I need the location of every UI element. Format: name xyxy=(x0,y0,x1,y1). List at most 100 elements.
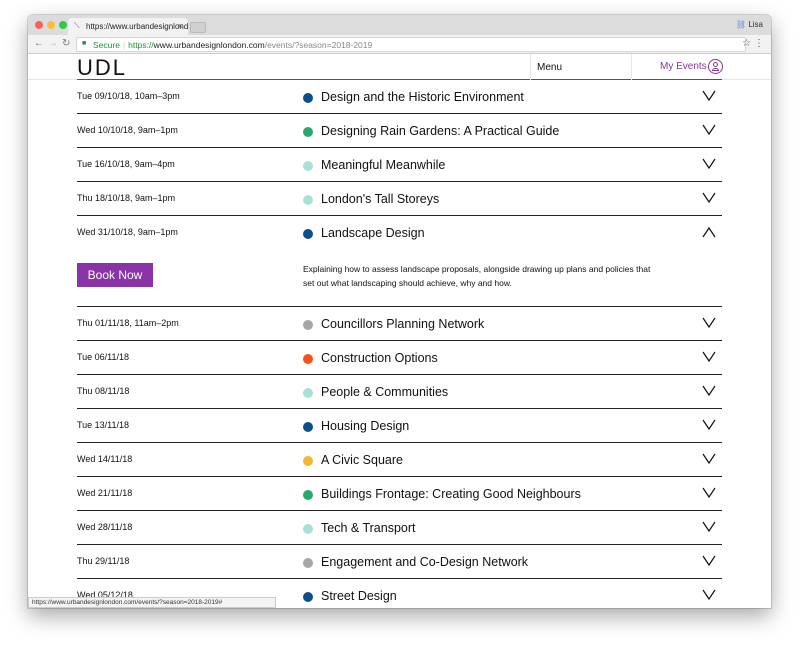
category-dot xyxy=(303,422,313,432)
category-dot xyxy=(303,93,313,103)
event-row[interactable]: Thu 01/11/18, 11am–2pm Councillors Planni… xyxy=(77,307,722,341)
my-events-link[interactable]: My Events xyxy=(660,61,707,72)
event-row[interactable]: Tue 13/11/18 Housing Design xyxy=(77,409,722,443)
category-dot xyxy=(303,354,313,364)
category-dot xyxy=(303,127,313,137)
profile-button[interactable]: ⛓ Lisa xyxy=(736,20,763,29)
event-row[interactable]: Tue 09/10/18, 10am–3pm Design and the His… xyxy=(77,80,722,114)
event-title[interactable]: A Civic Square xyxy=(321,453,403,467)
event-title[interactable]: Engagement and Co-Design Network xyxy=(321,555,528,569)
url-path: /events/?season=2018-2019 xyxy=(264,40,373,50)
event-title[interactable]: People & Communities xyxy=(321,385,448,399)
event-row[interactable]: Wed 10/10/18, 9am–1pm Designing Rain Gard… xyxy=(77,114,722,148)
category-dot xyxy=(303,229,313,239)
close-tab-icon[interactable]: × xyxy=(178,21,183,31)
event-date: Thu 29/11/18 xyxy=(77,556,130,566)
browser-window: ⟍ https://www.urbandesignlondo × ⛓ Lisa … xyxy=(28,15,771,608)
user-icon[interactable] xyxy=(708,59,723,74)
bookmark-star-icon[interactable]: ☆ xyxy=(742,38,751,49)
udl-logo[interactable]: UDL xyxy=(77,55,127,81)
event-date: Tue 13/11/18 xyxy=(77,420,130,430)
chevron-down-icon[interactable] xyxy=(702,350,716,363)
url-host: www.urbandesignlondon.com xyxy=(153,40,265,50)
chevron-down-icon[interactable] xyxy=(702,123,716,136)
category-dot xyxy=(303,320,313,330)
chevron-down-icon[interactable] xyxy=(702,452,716,465)
url-bar[interactable]: ■ Secure | https://www.urbandesignlondon.c… xyxy=(76,37,746,52)
event-title[interactable]: Landscape Design xyxy=(321,226,425,240)
event-date: Wed 21/11/18 xyxy=(77,488,133,498)
category-dot xyxy=(303,161,313,171)
chevron-down-icon[interactable] xyxy=(702,89,716,102)
address-toolbar: ← → ↻ ■ Secure | https://www.urbandesignlo… xyxy=(28,35,771,54)
event-row[interactable]: Thu 29/11/18 Engagement and Co-Design Net… xyxy=(77,545,722,579)
forward-icon[interactable]: → xyxy=(48,38,58,49)
profile-icon: ⛓ xyxy=(735,20,747,29)
event-date: Wed 28/11/18 xyxy=(77,522,133,532)
event-row[interactable]: Tue 16/10/18, 9am–4pm Meaningful Meanwhil… xyxy=(77,148,722,182)
secure-label: Secure xyxy=(93,40,120,50)
event-row[interactable]: Wed 14/11/18 A Civic Square xyxy=(77,443,722,477)
event-title[interactable]: Design and the Historic Environment xyxy=(321,90,524,104)
favicon-icon: ⟍ xyxy=(74,21,80,30)
category-dot xyxy=(303,524,313,534)
book-now-button[interactable]: Book Now xyxy=(77,263,153,287)
tab-bar: ⟍ https://www.urbandesignlondo × ⛓ Lisa xyxy=(28,15,771,35)
event-title[interactable]: Tech & Transport xyxy=(321,521,416,535)
event-row[interactable]: Thu 18/10/18, 9am–1pm London's Tall Store… xyxy=(77,182,722,216)
url-scheme: https:// xyxy=(128,40,154,50)
menu-button[interactable]: Menu xyxy=(530,54,632,80)
chevron-down-icon[interactable] xyxy=(702,588,716,601)
category-dot xyxy=(303,388,313,398)
event-title[interactable]: London's Tall Storeys xyxy=(321,192,439,206)
back-icon[interactable]: ← xyxy=(34,38,44,49)
event-row[interactable]: Wed 21/11/18 Buildings Frontage: Creating… xyxy=(77,477,722,511)
category-dot xyxy=(303,195,313,205)
chevron-down-icon[interactable] xyxy=(702,418,716,431)
event-date: Thu 18/10/18, 9am–1pm xyxy=(77,193,176,203)
event-title[interactable]: Meaningful Meanwhile xyxy=(321,158,445,172)
category-dot xyxy=(303,490,313,500)
event-date: Tue 09/10/18, 10am–3pm xyxy=(77,91,180,101)
event-title[interactable]: Designing Rain Gardens: A Practical Guid… xyxy=(321,124,559,138)
reload-icon[interactable]: ↻ xyxy=(62,38,70,49)
category-dot xyxy=(303,558,313,568)
chevron-down-icon[interactable] xyxy=(702,384,716,397)
category-dot xyxy=(303,456,313,466)
new-tab-button[interactable] xyxy=(190,22,206,33)
chevron-down-icon[interactable] xyxy=(702,191,716,204)
close-window-button[interactable] xyxy=(35,21,43,29)
event-title[interactable]: Councillors Planning Network xyxy=(321,317,484,331)
event-row[interactable]: Thu 08/11/18 People & Communities xyxy=(77,375,722,409)
events-list: Tue 09/10/18, 10am–3pm Design and the His… xyxy=(77,80,722,608)
event-date: Tue 16/10/18, 9am–4pm xyxy=(77,159,175,169)
event-title[interactable]: Construction Options xyxy=(321,351,438,365)
chevron-down-icon[interactable] xyxy=(702,486,716,499)
event-date: Tue 06/11/18 xyxy=(77,352,130,362)
chevron-down-icon[interactable] xyxy=(702,520,716,533)
event-title[interactable]: Buildings Frontage: Creating Good Neighb… xyxy=(321,487,581,501)
status-bar-url: https://www.urbandesignlondon.com/events… xyxy=(28,597,276,608)
browser-tab[interactable]: ⟍ https://www.urbandesignlondo × xyxy=(68,18,188,35)
event-description: Explaining how to assess landscape propo… xyxy=(303,264,651,288)
event-date: Wed 10/10/18, 9am–1pm xyxy=(77,125,178,135)
lock-icon: ■ xyxy=(82,40,87,47)
chevron-up-icon[interactable] xyxy=(702,225,716,238)
site-header: UDL Menu My Events xyxy=(28,54,771,80)
minimize-window-button[interactable] xyxy=(47,21,55,29)
chevron-down-icon[interactable] xyxy=(702,554,716,567)
more-menu-icon[interactable]: ⋮ xyxy=(754,38,764,49)
category-dot xyxy=(303,592,313,602)
event-row[interactable]: Wed 31/10/18, 9am–1pm Landscape Design Boo… xyxy=(77,216,722,307)
event-date: Thu 08/11/18 xyxy=(77,386,130,396)
event-row[interactable]: Tue 06/11/18 Construction Options xyxy=(77,341,722,375)
event-row[interactable]: Wed 28/11/18 Tech & Transport xyxy=(77,511,722,545)
chevron-down-icon[interactable] xyxy=(702,316,716,329)
event-title[interactable]: Housing Design xyxy=(321,419,409,433)
page-content: UDL Menu My Events Tue 09/10/18, 10am–3p… xyxy=(28,54,771,608)
event-date: Thu 01/11/18, 11am–2pm xyxy=(77,318,179,328)
event-date: Wed 14/11/18 xyxy=(77,454,133,464)
chevron-down-icon[interactable] xyxy=(702,157,716,170)
event-title[interactable]: Street Design xyxy=(321,589,397,603)
maximize-window-button[interactable] xyxy=(59,21,67,29)
